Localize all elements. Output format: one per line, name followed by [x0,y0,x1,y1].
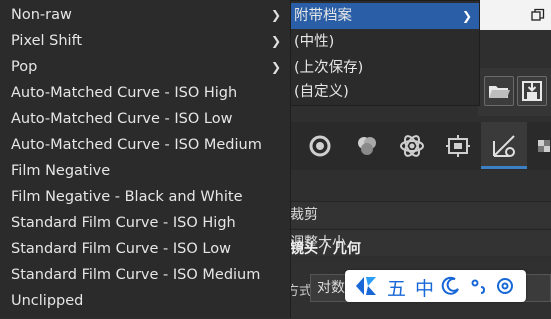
ime-toolbar: 五 中 [345,270,526,302]
color-icon[interactable] [352,131,382,161]
menu-item-label: Auto-Matched Curve - ISO High [11,85,238,101]
menu-item-label: Standard Film Curve - ISO Low [11,241,231,257]
menu-item-auto-matched-iso-medium[interactable]: Auto-Matched Curve - ISO Medium [0,132,290,158]
submenu-item-label: (中性) [294,34,335,50]
menu-item-label: Film Negative - Black and White [11,189,243,205]
checker-icon[interactable] [536,131,551,161]
menu-item-label: Standard Film Curve - ISO High [11,215,236,231]
moon-icon[interactable] [441,276,461,296]
submenu-item-label: (自定义) [294,84,349,100]
ime-mode-char[interactable]: 五 [387,274,406,301]
ime-lang-char[interactable]: 中 [415,274,434,301]
save-icon [522,81,542,101]
settings-icon[interactable] [495,276,515,296]
menu-item-standard-film-iso-high[interactable]: Standard Film Curve - ISO High [0,210,290,236]
menu-item-film-negative-bw[interactable]: Film Negative - Black and White [0,184,290,210]
menu-item-standard-film-iso-low[interactable]: Standard Film Curve - ISO Low [0,236,290,262]
menu-item-non-raw[interactable]: Non-raw ❯ [0,2,290,28]
punctuation-icon[interactable] [469,276,489,296]
submenu-item-last-saved[interactable]: (上次保存) [291,55,479,81]
atom-icon[interactable] [397,131,427,161]
submenu-item-label: (上次保存) [294,60,364,76]
profile-submenu: 附带档案 ❯ (中性) (上次保存) (自定义) [290,0,480,106]
raw-icon[interactable] [443,131,473,161]
profile-context-menu: Non-raw ❯ Pixel Shift ❯ Pop ❯ Auto-Match… [0,0,291,318]
chevron-right-icon: ❯ [462,9,473,23]
submenu-item-custom[interactable]: (自定义) [291,79,479,105]
chevron-right-icon: ❯ [271,34,282,48]
menu-item-auto-matched-iso-low[interactable]: Auto-Matched Curve - ISO Low [0,106,290,132]
menu-item-label: Pop [11,59,38,75]
menu-item-film-negative[interactable]: Film Negative [0,158,290,184]
menu-item-label: Pixel Shift [11,33,83,49]
active-tab-indicator [481,166,527,169]
menu-item-pop[interactable]: Pop ❯ [0,54,290,80]
section-crop[interactable]: 裁剪 [290,201,551,228]
section-label: 镜头 / 几何 [290,241,361,257]
ime-logo-icon[interactable] [355,276,377,296]
submenu-item-neutral[interactable]: (中性) [291,29,479,55]
menu-item-pixel-shift[interactable]: Pixel Shift ❯ [0,28,290,54]
submenu-item-attached-profile[interactable]: 附带档案 ❯ [291,3,479,29]
menu-item-label: Unclipped [11,293,84,309]
menu-item-label: Film Negative [11,163,111,179]
chevron-right-icon: ❯ [271,8,282,22]
menu-item-auto-matched-iso-high[interactable]: Auto-Matched Curve - ISO High [0,80,290,106]
submenu-item-label: 附带档案 [294,8,352,24]
menu-item-label: Non-raw [11,7,72,23]
chevron-right-icon: ❯ [271,60,282,74]
menu-item-label: Auto-Matched Curve - ISO Low [11,111,233,127]
transform-icon[interactable] [489,131,519,161]
menu-item-label: Standard Film Curve - ISO Medium [11,267,261,283]
save-button[interactable] [517,76,547,106]
menu-item-unclipped[interactable]: Unclipped [0,288,290,314]
menu-item-label: Auto-Matched Curve - ISO Medium [11,137,262,153]
menu-item-standard-film-iso-medium[interactable]: Standard Film Curve - ISO Medium [0,262,290,288]
open-folder-icon [489,86,510,98]
exposure-icon[interactable] [305,131,335,161]
restore-window-icon[interactable] [531,8,545,22]
open-button[interactable] [484,76,514,106]
section-lens-geometry[interactable]: 镜头 / 几何 [290,236,551,262]
section-label: 裁剪 [290,207,318,223]
